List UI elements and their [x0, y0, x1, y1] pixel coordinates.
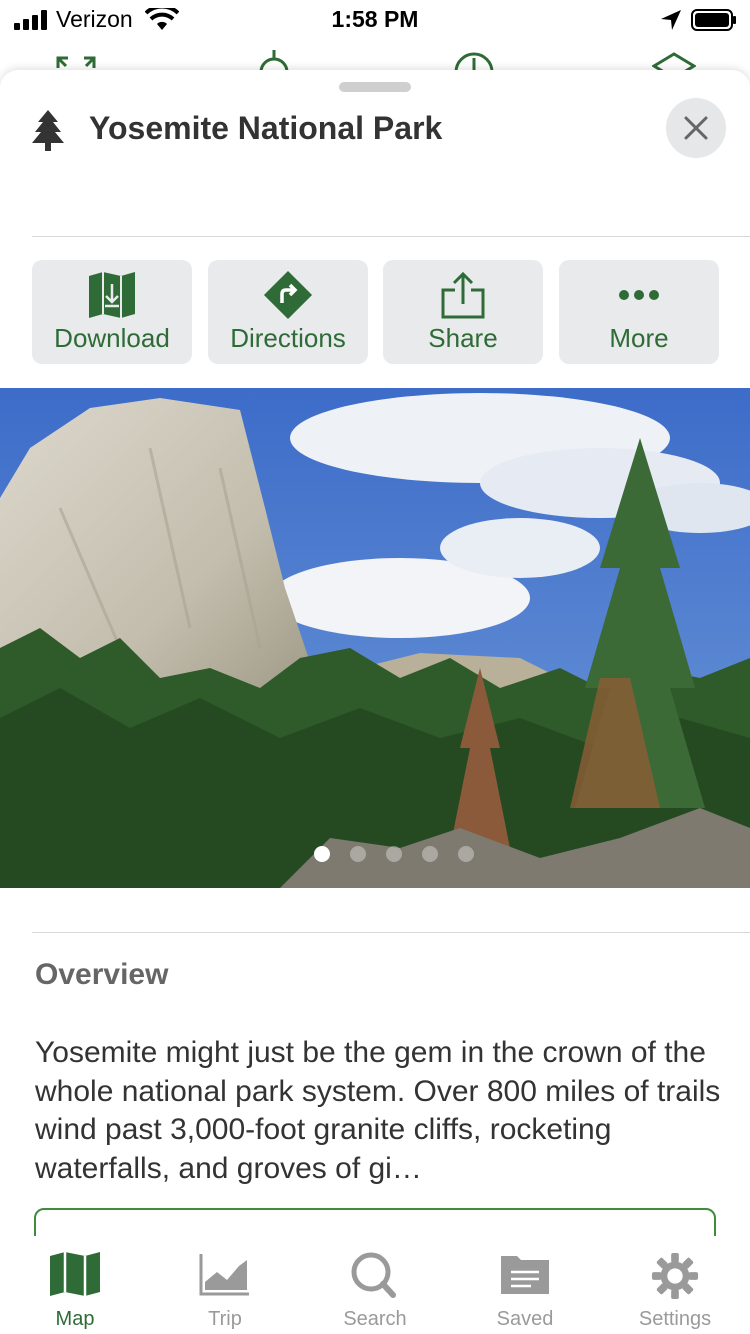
carousel-page-indicator [314, 846, 514, 866]
more-label: More [609, 323, 669, 353]
close-icon [684, 116, 708, 140]
overview-heading: Overview [35, 958, 169, 991]
outlined-button[interactable] [34, 1208, 716, 1236]
sheet-grabber[interactable] [339, 82, 411, 92]
saved-folder-icon [501, 1256, 549, 1294]
page-dot [314, 846, 330, 862]
map-download-icon [89, 272, 135, 318]
directions-label: Directions [230, 323, 346, 353]
close-button[interactable] [666, 98, 726, 158]
tab-bar: Map Trip Search Saved Settings [0, 1236, 750, 1334]
park-photo-carousel[interactable] [0, 388, 750, 888]
more-button[interactable]: More [559, 260, 719, 364]
tab-trip[interactable]: Trip [150, 1236, 300, 1334]
page-dot [422, 846, 438, 862]
location-arrow-icon [661, 10, 681, 30]
page-dot [350, 846, 366, 862]
tab-label-search: Search [343, 1308, 407, 1330]
map-controls-peek [0, 42, 750, 72]
search-icon [351, 1252, 396, 1298]
tab-label-settings: Settings [638, 1308, 712, 1330]
park-detail-sheet: Yosemite National Park Download Directio… [0, 70, 750, 1236]
download-button[interactable]: Download [32, 260, 192, 364]
battery-icon [691, 9, 736, 31]
divider [32, 236, 750, 237]
chart-icon [199, 1254, 249, 1296]
status-bar: Verizon 1:58 PM [0, 0, 750, 42]
status-time: 1:58 PM [331, 6, 419, 32]
tab-label-map: Map [55, 1308, 95, 1330]
map-icon [50, 1252, 100, 1296]
tab-search[interactable]: Search [300, 1236, 450, 1334]
tab-label-saved: Saved [496, 1308, 554, 1330]
tab-map[interactable]: Map [0, 1236, 150, 1334]
compass-icon[interactable] [452, 48, 496, 72]
share-button[interactable]: Share [383, 260, 543, 364]
tab-settings[interactable]: Settings [600, 1236, 750, 1334]
download-label: Download [54, 323, 170, 353]
overview-text[interactable]: Yosemite might just be the gem in the cr… [35, 1034, 725, 1188]
share-icon [441, 271, 485, 319]
pine-tree-icon [32, 110, 64, 151]
park-photo [0, 388, 750, 888]
divider [32, 932, 750, 933]
share-label: Share [428, 323, 498, 353]
directions-button[interactable]: Directions [208, 260, 368, 364]
page-dot [458, 846, 474, 862]
gear-icon [651, 1252, 699, 1300]
expand-icon[interactable] [54, 48, 98, 72]
directions-icon [263, 270, 313, 320]
page-dot [386, 846, 402, 862]
layers-icon[interactable] [652, 48, 696, 72]
park-title: Yosemite National Park [89, 110, 443, 146]
tab-saved[interactable]: Saved [450, 1236, 600, 1334]
crosshair-icon[interactable] [252, 48, 296, 72]
more-dots-icon [619, 290, 659, 300]
tab-label-trip: Trip [208, 1308, 242, 1330]
action-buttons: Download Directions Share More [32, 260, 719, 364]
